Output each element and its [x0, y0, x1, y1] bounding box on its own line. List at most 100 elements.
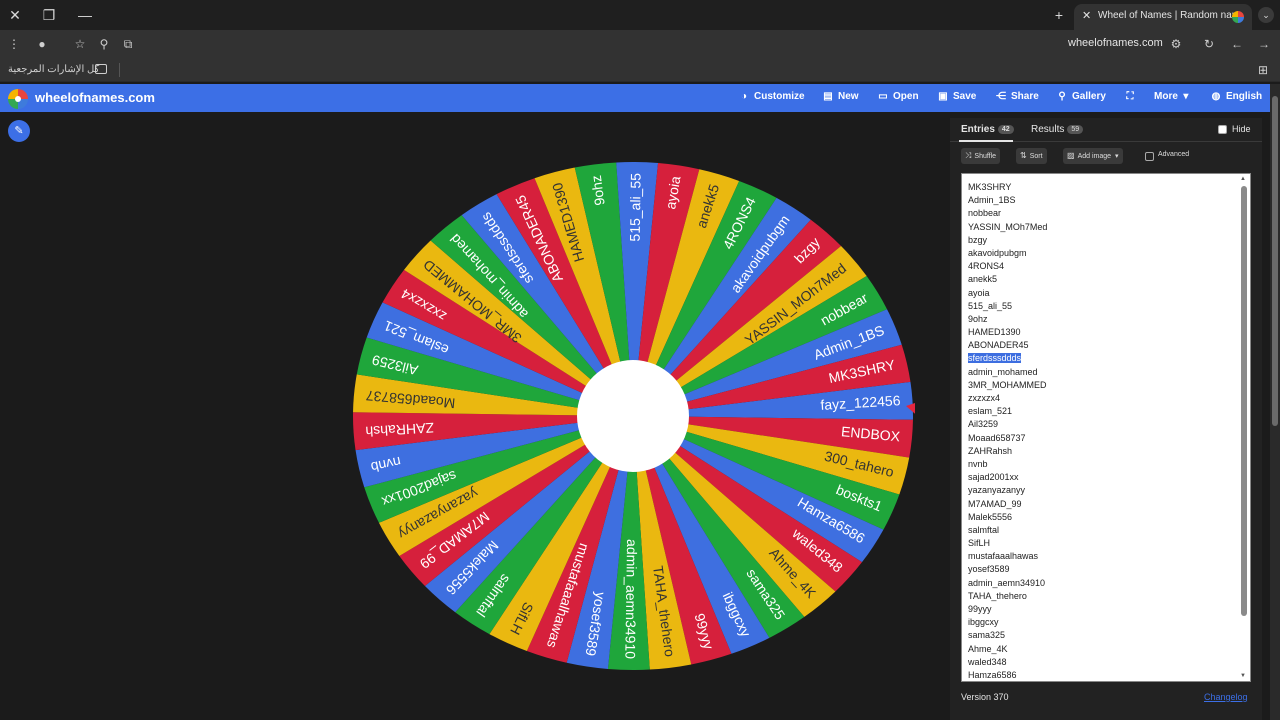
edit-pencil-icon[interactable]: ✎: [8, 120, 30, 142]
entries-scrollbar-thumb[interactable]: [1241, 186, 1247, 616]
fullscreen-button[interactable]: ⛶: [1124, 91, 1140, 102]
site-info-icon[interactable]: ●: [34, 36, 50, 52]
list-item[interactable]: MK3SHRY: [968, 181, 1047, 194]
list-item[interactable]: admin_mohamed: [968, 366, 1047, 379]
zoom-icon[interactable]: ⚲: [96, 36, 112, 52]
bookmarks-folder-icon[interactable]: [95, 64, 107, 74]
site-name[interactable]: wheelofnames.com: [35, 90, 155, 105]
list-item[interactable]: sama325: [968, 629, 1047, 642]
list-item[interactable]: waled348: [968, 656, 1047, 669]
advanced-checkbox[interactable]: [1145, 152, 1154, 161]
page-scrollbar[interactable]: [1270, 84, 1280, 720]
list-item[interactable]: 99yyy: [968, 603, 1047, 616]
search-icon: ⚲: [1058, 91, 1066, 102]
list-item[interactable]: sajad2001xx: [968, 471, 1047, 484]
version-label: Version 370: [961, 692, 1009, 702]
list-item[interactable]: Ahme_4K: [968, 643, 1047, 656]
new-tab-icon[interactable]: +: [1050, 6, 1068, 24]
list-item[interactable]: zxzxzx4: [968, 392, 1047, 405]
list-item[interactable]: 4RONS4: [968, 260, 1047, 273]
all-bookmarks-label[interactable]: كل الإشارات المرجعية: [8, 64, 99, 75]
close-tab-icon[interactable]: ✕: [1082, 4, 1091, 28]
list-item[interactable]: bzgy: [968, 234, 1047, 247]
wheel-logo-icon[interactable]: [8, 89, 28, 109]
list-item[interactable]: Admin_1BS: [968, 194, 1047, 207]
bookmarks-bar: كل الإشارات المرجعية ⊞: [0, 58, 1280, 82]
scroll-up-icon[interactable]: ▲: [1240, 176, 1246, 182]
hide-label: Hide: [1232, 124, 1251, 134]
list-item[interactable]: ibggcxy: [968, 616, 1047, 629]
entries-scrollbar[interactable]: ▲ ▼: [1240, 176, 1248, 679]
list-item[interactable]: ayoia: [968, 287, 1047, 300]
open-button[interactable]: ▭ Open: [877, 91, 918, 102]
share-button[interactable]: ⋲ Share: [995, 91, 1039, 102]
save-button[interactable]: ▣ Save: [937, 91, 976, 102]
translate-icon[interactable]: ⧉: [120, 36, 136, 52]
scroll-down-icon[interactable]: ▼: [1240, 673, 1246, 679]
list-item[interactable]: Ail3259: [968, 418, 1047, 431]
list-item[interactable]: admin_aemn34910: [968, 577, 1047, 590]
app-header: wheelofnames.com ◑ Customize ▤ New ▭ Open ▣…: [0, 84, 1270, 112]
sort-icon: ⇅: [1020, 151, 1027, 160]
list-item[interactable]: Hamza6586: [968, 669, 1047, 681]
back-icon[interactable]: ←: [1229, 36, 1245, 52]
list-item[interactable]: HAMED1390: [968, 326, 1047, 339]
customize-button[interactable]: ◑ Customize: [738, 91, 805, 102]
changelog-link[interactable]: Changelog: [1204, 692, 1248, 702]
tune-icon[interactable]: ⚙: [1168, 36, 1184, 52]
list-item[interactable]: nvnb: [968, 458, 1047, 471]
forward-icon[interactable]: →: [1256, 36, 1272, 52]
image-icon: ▨: [1067, 151, 1075, 160]
list-item[interactable]: 3MR_MOHAMMED: [968, 379, 1047, 392]
apps-grid-icon[interactable]: ⊞: [1258, 63, 1272, 77]
list-item[interactable]: nobbear: [968, 207, 1047, 220]
hide-checkbox[interactable]: [1218, 125, 1227, 134]
browser-tab[interactable]: ✕ Wheel of Names | Random nam: [1074, 4, 1252, 30]
gallery-button[interactable]: ⚲ Gallery: [1056, 91, 1106, 102]
sort-button[interactable]: ⇅ Sort: [1016, 148, 1047, 164]
tab-results[interactable]: Results 59: [1031, 124, 1084, 135]
entries-textarea[interactable]: MK3SHRY Admin_1BS nobbear YASSIN_MOh7Med bzg…: [961, 173, 1251, 682]
restore-window-icon[interactable]: ❐: [40, 6, 58, 24]
name-wheel[interactable]: fayz_122456ENDBOX300_taheroboskts1Hamza6…: [350, 160, 915, 675]
wheel-label: admin_aemn34910: [622, 539, 640, 659]
shuffle-button[interactable]: ⤨ Shuffle: [961, 148, 1001, 164]
list-item[interactable]: TAHA_thehero: [968, 590, 1047, 603]
bookmark-star-icon[interactable]: ☆: [72, 36, 88, 52]
page-scrollbar-thumb[interactable]: [1272, 96, 1278, 426]
list-item[interactable]: Moaad658737: [968, 432, 1047, 445]
add-image-button[interactable]: ▨ Add image ▾: [1063, 148, 1123, 164]
language-button[interactable]: ◍ English: [1210, 91, 1263, 102]
url-text[interactable]: wheelofnames.com: [1068, 37, 1163, 49]
list-item[interactable]: Malek5556: [968, 511, 1047, 524]
save-icon: ▣: [938, 91, 948, 102]
wheel-center-button[interactable]: [577, 360, 689, 472]
list-item[interactable]: YASSIN_MOh7Med: [968, 221, 1047, 234]
entries-count-badge: 42: [997, 125, 1014, 134]
list-item[interactable]: yosef3589: [968, 563, 1047, 576]
reload-icon[interactable]: ↻: [1201, 36, 1217, 52]
list-item[interactable]: 515_ali_55: [968, 300, 1047, 313]
tab-search-icon[interactable]: ⌄: [1258, 7, 1274, 23]
minimize-window-icon[interactable]: —: [76, 6, 94, 24]
list-item[interactable]: 9ohz: [968, 313, 1047, 326]
entries-panel: Entries 42 Results 59 Hide ⤨ Shuffle ⇅ Sort …: [950, 118, 1262, 720]
list-item[interactable]: salmftal: [968, 524, 1047, 537]
list-item[interactable]: eslam_521: [968, 405, 1047, 418]
list-item[interactable]: ZAHRahsh: [968, 445, 1047, 458]
menu-dots-icon[interactable]: ⋮: [6, 36, 22, 52]
address-bar: ⋮ ● ☆ ⚲ ⧉ wheelofnames.com ⚙ ↻ ← →: [0, 30, 1280, 58]
list-item[interactable]: ABONADER45: [968, 339, 1047, 352]
selected-entry-text[interactable]: sferdsssddds: [968, 353, 1022, 364]
more-button[interactable]: More ▾: [1154, 91, 1196, 102]
list-item[interactable]: yazanyazanyy: [968, 484, 1047, 497]
tab-entries[interactable]: Entries 42: [961, 124, 1014, 135]
list-item[interactable]: M7AMAD_99: [968, 498, 1047, 511]
list-item[interactable]: SifLH: [968, 537, 1047, 550]
list-item[interactable]: mustafaaalhawas: [968, 550, 1047, 563]
new-button[interactable]: ▤ New: [822, 91, 858, 102]
close-window-icon[interactable]: ✕: [6, 6, 24, 24]
list-item[interactable]: anekk5: [968, 273, 1047, 286]
list-item[interactable]: sferdsssddds: [968, 352, 1047, 365]
list-item[interactable]: akavoidpubgm: [968, 247, 1047, 260]
